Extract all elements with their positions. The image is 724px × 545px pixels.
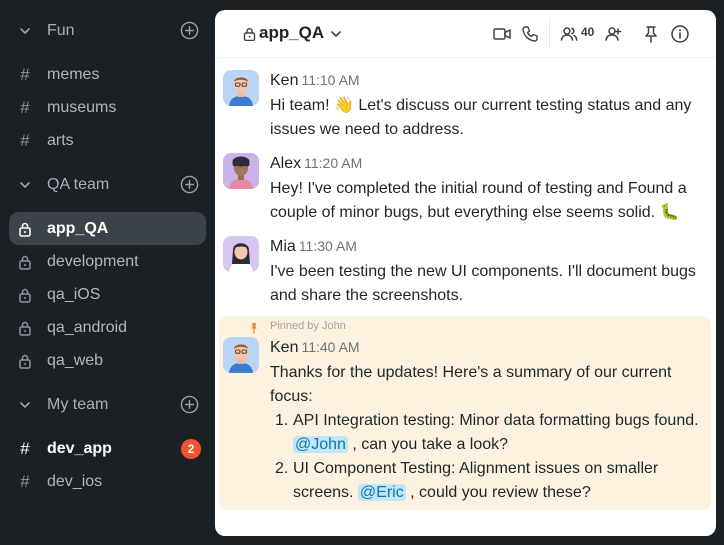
message-text: Thanks for the updates! Here's a summary…	[270, 364, 672, 405]
message-time: 11:40 AM	[301, 339, 360, 355]
channel-header: app_QA 40	[215, 10, 716, 58]
add-channel-icon[interactable]	[180, 21, 199, 40]
channel-label: arts	[47, 131, 74, 149]
message-header: Ken 11:10 AM	[270, 72, 360, 90]
list-number: 1.	[275, 412, 289, 429]
unread-badge: 2	[181, 438, 201, 459]
lock-icon	[19, 321, 31, 336]
message-text: I've been testing the new UI components.…	[270, 263, 696, 304]
sidebar-item-app-qa[interactable]: app_QA	[9, 212, 206, 245]
add-channel-icon[interactable]	[180, 175, 199, 194]
sidebar-item-arts[interactable]: # arts	[0, 124, 215, 157]
avatar-ken[interactable]	[223, 70, 259, 106]
section-title: QA team	[47, 175, 110, 193]
section-header-fun[interactable]: Fun	[0, 14, 215, 47]
sidebar-item-qa-web[interactable]: qa_web	[0, 344, 215, 377]
list-item: 1. API Integration testing: Minor data fo…	[270, 409, 700, 457]
message-header: Alex 11:20 AM	[270, 155, 362, 173]
hash-icon: #	[20, 438, 30, 458]
lock-icon	[19, 255, 31, 270]
info-icon[interactable]	[670, 24, 690, 44]
video-icon[interactable]	[492, 24, 512, 44]
sidebar-item-dev-ios[interactable]: # dev_ios	[0, 465, 215, 498]
channel-label: memes	[47, 65, 100, 83]
channel-label: dev_ios	[47, 472, 103, 490]
sidebar-item-memes[interactable]: # memes	[0, 58, 215, 91]
pinned-icon	[251, 323, 257, 334]
lock-icon	[243, 28, 256, 41]
channel-label: qa_iOS	[47, 285, 101, 303]
chevron-down-icon[interactable]	[329, 28, 343, 40]
lock-icon	[19, 354, 31, 369]
channel-label: qa_web	[47, 351, 104, 369]
add-member-icon[interactable]	[603, 24, 623, 44]
member-count[interactable]: 40	[581, 25, 594, 39]
avatar-alex[interactable]	[223, 153, 259, 189]
message-time: 11:30 AM	[298, 238, 357, 254]
author-name[interactable]: Alex	[270, 155, 301, 172]
mention-john[interactable]: @John	[293, 436, 348, 453]
chevron-down-icon[interactable]	[18, 178, 32, 192]
mention-eric[interactable]: @Eric	[357, 484, 406, 501]
author-name[interactable]: Ken	[270, 72, 298, 89]
list-text: API Integration testing: Minor data form…	[293, 412, 699, 429]
section-header-qa-team[interactable]: QA team	[0, 168, 215, 201]
chevron-down-icon[interactable]	[18, 398, 32, 412]
sidebar-item-qa-ios[interactable]: qa_iOS	[0, 278, 215, 311]
message-text: Hi team! 👋 Let's discuss our current tes…	[270, 97, 692, 138]
author-name[interactable]: Mia	[270, 238, 296, 255]
pin-icon[interactable]	[641, 24, 661, 44]
chevron-down-icon[interactable]	[18, 24, 32, 38]
hash-icon: #	[20, 97, 30, 117]
chat-panel: app_QA 40 Ken 11:10 AM Hi team! 👋 Let's d…	[215, 10, 716, 536]
channel-title[interactable]: app_QA	[259, 23, 324, 43]
channel-label: app_QA	[47, 219, 109, 237]
lock-icon	[19, 288, 31, 303]
lock-icon	[19, 222, 31, 237]
author-name[interactable]: Ken	[270, 339, 298, 356]
header-divider	[549, 18, 550, 48]
hash-icon: #	[20, 130, 30, 150]
channel-label: development	[47, 252, 139, 270]
channel-label: dev_app	[47, 439, 112, 457]
channel-label: museums	[47, 98, 117, 116]
sidebar-item-museums[interactable]: # museums	[0, 91, 215, 124]
sidebar: Fun # memes # museums # arts QA team app…	[0, 0, 215, 545]
message-header: Mia 11:30 AM	[270, 238, 357, 256]
list-text: , can you take a look?	[347, 436, 509, 453]
message-time: 11:10 AM	[301, 72, 360, 88]
section-title: Fun	[47, 21, 75, 39]
sidebar-item-development[interactable]: development	[0, 245, 215, 278]
sidebar-item-qa-android[interactable]: qa_android	[0, 311, 215, 344]
channel-label: qa_android	[47, 318, 128, 336]
members-icon[interactable]	[559, 24, 579, 44]
sidebar-item-dev-app[interactable]: # dev_app 2	[0, 432, 215, 465]
hash-icon: #	[20, 471, 30, 491]
message-time: 11:20 AM	[304, 155, 363, 171]
list-number: 2.	[275, 460, 289, 477]
message-text: Hey! I've completed the initial round of…	[270, 180, 687, 221]
avatar-ken[interactable]	[223, 337, 259, 373]
section-title: My team	[47, 395, 109, 413]
avatar-mia[interactable]	[223, 236, 259, 272]
list-text: , could you review these?	[405, 484, 591, 501]
message-header: Ken 11:40 AM	[270, 339, 360, 357]
add-channel-icon[interactable]	[180, 395, 199, 414]
phone-icon[interactable]	[520, 24, 540, 44]
list-item: 2. UI Component Testing: Alignment issues…	[270, 457, 700, 505]
pinned-by-label: Pinned by John	[270, 320, 346, 332]
hash-icon: #	[20, 64, 30, 84]
section-header-my-team[interactable]: My team	[0, 388, 215, 421]
focus-list: 1. API Integration testing: Minor data fo…	[270, 409, 700, 505]
